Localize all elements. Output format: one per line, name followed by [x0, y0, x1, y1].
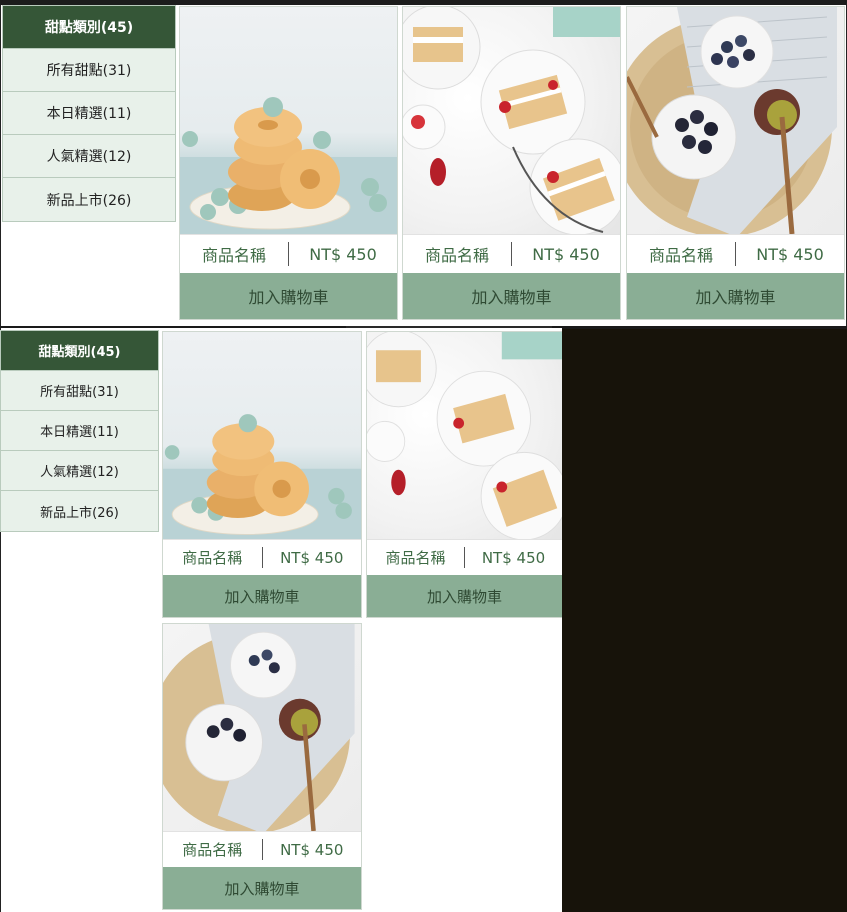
product-image-cake[interactable] — [367, 332, 562, 539]
category-item-all-desserts[interactable]: 甜點類別(45) — [3, 6, 175, 49]
add-to-cart-button[interactable]: 加入購物車 — [403, 273, 620, 319]
product-price: NT$ 450 — [481, 548, 546, 567]
cake-illustration — [367, 332, 562, 539]
product-info: 商品名稱 NT$ 450 — [627, 234, 844, 273]
empty-viewport-area — [562, 329, 847, 912]
category-item-new[interactable]: 新品上市(26) — [1, 491, 158, 531]
product-price: NT$ 450 — [756, 244, 824, 264]
product-price: NT$ 450 — [309, 244, 377, 264]
add-to-cart-button[interactable]: 加入購物車 — [163, 575, 361, 617]
product-name: 商品名稱 — [403, 242, 512, 266]
product-card: 商品名稱 NT$ 450 加入購物車 — [162, 623, 362, 910]
product-info: 商品名稱 NT$ 450 — [403, 234, 620, 273]
product-image-donut[interactable] — [180, 7, 397, 234]
product-price: NT$ 450 — [280, 840, 344, 859]
product-name: 商品名稱 — [163, 547, 263, 568]
category-item-popular[interactable]: 人氣精選(12) — [1, 451, 158, 491]
category-item-daily-picks[interactable]: 本日精選(11) — [3, 92, 175, 135]
product-name: 商品名稱 — [180, 242, 289, 266]
product-card: 商品名稱 NT$ 450 加入購物車 — [366, 331, 562, 618]
product-image-berry[interactable] — [627, 7, 844, 234]
add-to-cart-button[interactable]: 加入購物車 — [163, 867, 361, 909]
add-to-cart-button[interactable]: 加入購物車 — [627, 273, 844, 319]
add-to-cart-button[interactable]: 加入購物車 — [367, 575, 562, 617]
product-image-berry[interactable] — [163, 624, 361, 831]
add-to-cart-button[interactable]: 加入購物車 — [180, 273, 397, 319]
product-card: 商品名稱 NT$ 450 加入購物車 — [402, 6, 621, 320]
product-card: 商品名稱 NT$ 450 加入購物車 — [162, 331, 362, 618]
product-info: 商品名稱 NT$ 450 — [180, 234, 397, 273]
product-name: 商品名稱 — [627, 242, 736, 266]
product-name: 商品名稱 — [163, 839, 263, 860]
berry-illustration — [627, 7, 837, 234]
product-price: NT$ 450 — [532, 244, 600, 264]
category-item-all[interactable]: 所有甜點(31) — [3, 49, 175, 92]
cake-illustration — [403, 7, 620, 234]
product-info: 商品名稱 NT$ 450 — [367, 539, 562, 575]
product-image-donut[interactable] — [163, 332, 361, 539]
donut-illustration — [180, 97, 397, 234]
product-price: NT$ 450 — [280, 548, 344, 567]
category-item-all[interactable]: 所有甜點(31) — [1, 371, 158, 411]
category-item-popular[interactable]: 人氣精選(12) — [3, 135, 175, 178]
category-item-daily-picks[interactable]: 本日精選(11) — [1, 411, 158, 451]
product-info: 商品名稱 NT$ 450 — [163, 831, 361, 867]
category-item-all-desserts[interactable]: 甜點類別(45) — [1, 331, 158, 371]
product-name: 商品名稱 — [367, 547, 465, 568]
category-sidebar: 甜點類別(45) 所有甜點(31) 本日精選(11) 人氣精選(12) 新品上市… — [0, 330, 159, 532]
donut-illustration — [163, 414, 361, 539]
category-sidebar: 甜點類別(45) 所有甜點(31) 本日精選(11) 人氣精選(12) 新品上市… — [2, 5, 176, 222]
product-card: 商品名稱 NT$ 450 加入購物車 — [626, 6, 845, 320]
product-card: 商品名稱 NT$ 450 加入購物車 — [179, 6, 398, 320]
product-info: 商品名稱 NT$ 450 — [163, 539, 361, 575]
category-item-new[interactable]: 新品上市(26) — [3, 178, 175, 221]
berry-illustration — [163, 624, 355, 831]
product-image-cake[interactable] — [403, 7, 620, 234]
